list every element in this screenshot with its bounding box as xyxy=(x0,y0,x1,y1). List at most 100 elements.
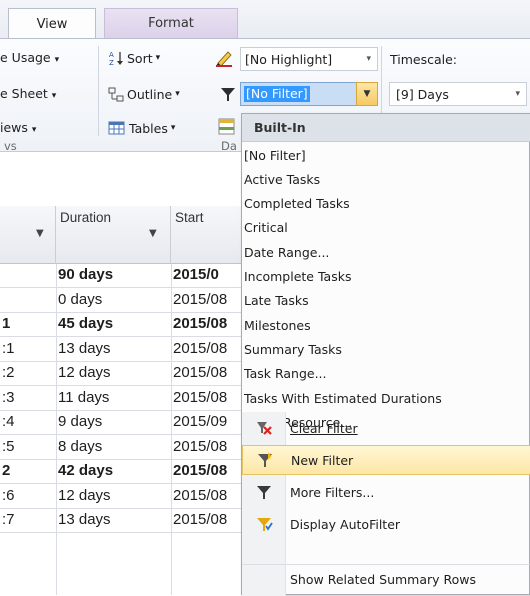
start-cell[interactable]: 2015/08 xyxy=(173,315,241,332)
chevron-down-icon: ▾ xyxy=(515,89,520,99)
table-row[interactable]: :5 8 days 2015/08 xyxy=(0,436,242,460)
duration-cell[interactable]: 45 days xyxy=(58,315,113,332)
sort-label: Sort xyxy=(127,50,153,66)
clear-filter-icon xyxy=(242,413,286,443)
filter-item[interactable]: Tasks With Estimated Durations xyxy=(242,386,530,410)
filter-item[interactable]: Completed Tasks xyxy=(242,192,530,216)
new-filter-item[interactable]: New Filter xyxy=(242,445,530,475)
duration-cell[interactable]: 42 days xyxy=(58,462,113,479)
chevron-down-icon: ▾ xyxy=(175,89,180,99)
chevron-down-icon: ▾ xyxy=(31,125,37,135)
start-cell[interactable]: 2015/08 xyxy=(173,291,241,308)
timescale-label: Timescale: xyxy=(390,52,458,67)
start-cell[interactable]: 2015/08 xyxy=(173,511,241,528)
resource-usage-button[interactable]: e Usage ▾ xyxy=(0,50,59,65)
task-id-cell: :2 xyxy=(2,364,15,381)
start-cell[interactable]: 2015/08 xyxy=(173,462,241,479)
resource-views-group-label: vs xyxy=(4,139,17,153)
task-grid: ▼ Duration ▼ Start 90 days 2015/0 0 days 20… xyxy=(0,206,242,595)
duration-column-header[interactable]: Duration ▼ xyxy=(56,206,171,264)
duration-cell[interactable]: 11 days xyxy=(58,389,109,406)
grid-header: ▼ Duration ▼ Start xyxy=(0,206,242,264)
start-cell[interactable]: 2015/08 xyxy=(173,389,241,406)
outline-icon xyxy=(108,87,124,102)
table-row[interactable]: :3 11 days 2015/08 xyxy=(0,387,242,411)
tab-view[interactable]: View xyxy=(8,8,96,39)
start-cell[interactable]: 2015/08 xyxy=(173,487,241,504)
start-column-header[interactable]: Start xyxy=(171,206,242,264)
resource-sheet-label: e Sheet xyxy=(0,86,48,101)
more-filters-item[interactable]: More Filters... xyxy=(242,477,530,507)
outline-button[interactable]: Outline ▾ xyxy=(108,86,180,102)
chevron-down-icon: ▾ xyxy=(155,53,161,63)
tables-icon xyxy=(108,121,125,135)
task-id-cell: :1 xyxy=(2,339,15,357)
filter-funnel-icon xyxy=(220,86,236,105)
tables-button[interactable]: Tables ▾ xyxy=(108,120,175,136)
duration-cell[interactable]: 12 days xyxy=(58,487,111,504)
clear-filter-item[interactable]: Clear Filter xyxy=(242,413,530,443)
filter-item[interactable]: Late Tasks xyxy=(242,289,530,313)
task-name-column-header[interactable]: ▼ xyxy=(0,206,56,264)
start-cell[interactable]: 2015/08 xyxy=(173,340,241,357)
duration-cell[interactable]: 12 days xyxy=(58,364,111,381)
blank-icon-slot xyxy=(242,565,286,595)
chevron-down-icon[interactable]: ▼ xyxy=(36,228,44,239)
duration-cell[interactable]: 8 days xyxy=(58,438,102,455)
show-related-summary-rows-item[interactable]: Show Related Summary Rows xyxy=(242,564,530,594)
highlight-combo[interactable]: [No Highlight] ▾ xyxy=(240,47,378,71)
filter-item[interactable]: Milestones xyxy=(242,313,530,337)
table-row[interactable]: 2 42 days 2015/08 xyxy=(0,460,242,484)
group-by-icon xyxy=(218,118,236,139)
task-id-cell: :5 xyxy=(2,437,15,455)
duration-header-label: Duration xyxy=(60,210,112,225)
timescale-combo[interactable]: [9] Days ▾ xyxy=(389,82,527,106)
start-cell[interactable]: 2015/08 xyxy=(173,364,241,381)
resource-sheet-button[interactable]: e Sheet ▾ xyxy=(0,86,56,101)
duration-cell[interactable]: 13 days xyxy=(58,340,111,357)
highlight-icon xyxy=(214,48,234,71)
task-id-cell: 2 xyxy=(2,462,11,479)
task-id-cell: :7 xyxy=(2,511,15,528)
filter-item[interactable]: Date Range... xyxy=(242,240,530,264)
duration-cell[interactable]: 13 days xyxy=(58,511,111,528)
table-row[interactable]: :1 13 days 2015/08 xyxy=(0,338,242,362)
start-cell[interactable]: 2015/0 xyxy=(173,266,241,283)
filter-item[interactable]: Critical xyxy=(242,216,530,240)
filter-item[interactable]: Incomplete Tasks xyxy=(242,265,530,289)
table-row[interactable]: :7 13 days 2015/08 xyxy=(0,509,242,533)
table-row[interactable]: :2 12 days 2015/08 xyxy=(0,362,242,386)
start-cell[interactable]: 2015/09 xyxy=(173,413,241,430)
outline-label: Outline xyxy=(127,86,173,102)
tables-label: Tables xyxy=(129,120,168,136)
duration-cell[interactable]: 9 days xyxy=(58,413,102,430)
sort-button[interactable]: A Z Sort ▾ xyxy=(108,50,161,67)
filter-item[interactable]: Task Range... xyxy=(242,362,530,386)
other-views-button[interactable]: iews ▾ xyxy=(0,120,36,135)
display-autofilter-item[interactable]: Display AutoFilter xyxy=(242,509,530,539)
timescale-value: [9] Days xyxy=(396,86,449,102)
chevron-down-icon: ▾ xyxy=(51,91,57,101)
table-row[interactable]: 90 days 2015/0 xyxy=(0,264,242,288)
table-row[interactable]: 0 days 2015/08 xyxy=(0,289,242,313)
svg-text:Z: Z xyxy=(109,59,114,66)
table-row[interactable]: :6 12 days 2015/08 xyxy=(0,485,242,509)
resource-usage-label: e Usage xyxy=(0,50,51,65)
data-group-label: Da xyxy=(221,139,237,153)
filter-item[interactable]: [No Filter] xyxy=(242,143,530,167)
duration-cell[interactable]: 90 days xyxy=(58,266,113,283)
filter-item[interactable]: Summary Tasks xyxy=(242,337,530,361)
clear-filter-label: Clear Filter xyxy=(290,420,358,436)
filter-value: [No Filter] xyxy=(244,86,310,102)
tab-format[interactable]: Format xyxy=(104,8,238,38)
duration-cell[interactable]: 0 days xyxy=(58,291,102,308)
table-row[interactable]: 1 45 days 2015/08 xyxy=(0,313,242,337)
divider xyxy=(98,46,99,136)
other-views-label: iews xyxy=(0,120,28,135)
chevron-down-icon[interactable]: ▼ xyxy=(149,228,157,239)
table-row[interactable]: :4 9 days 2015/09 xyxy=(0,411,242,435)
filter-dropdown-button[interactable]: ▼ xyxy=(356,82,378,106)
display-autofilter-label: Display AutoFilter xyxy=(290,516,401,532)
start-cell[interactable]: 2015/08 xyxy=(173,438,241,455)
filter-item[interactable]: Active Tasks xyxy=(242,167,530,191)
